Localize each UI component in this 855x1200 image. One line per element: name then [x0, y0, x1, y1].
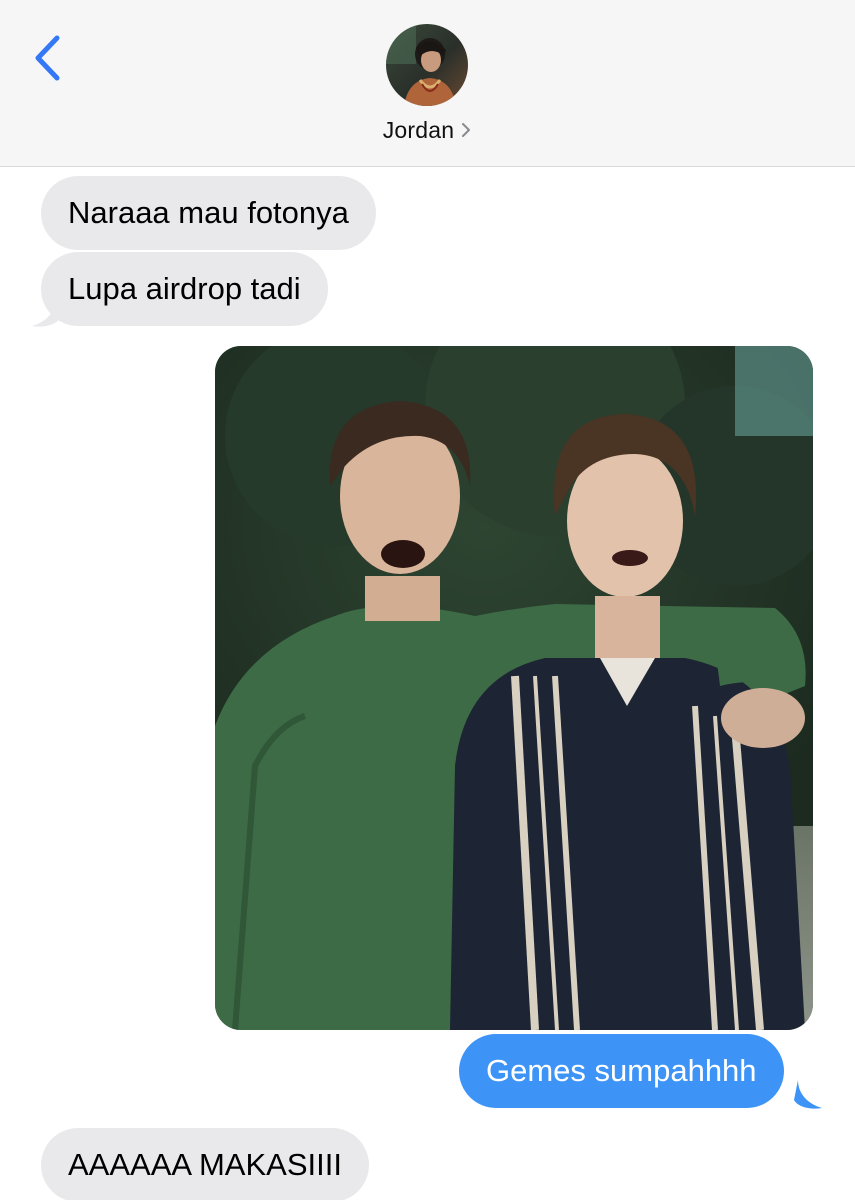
chevron-right-icon [462, 123, 471, 137]
messages-screen: Jordan Naraaa mau fotonya Lupa airdrop t… [0, 0, 855, 1200]
photo-attachment[interactable] [215, 346, 813, 1030]
contact-name: Jordan [382, 116, 455, 143]
incoming-message-bubble[interactable]: AAAAAA MAKASIIII [41, 1128, 369, 1200]
outgoing-bubble-tail [794, 1080, 822, 1109]
contact-details-button[interactable]: Jordan [0, 114, 855, 146]
contact-avatar[interactable] [386, 24, 468, 106]
message-text: Gemes sumpahhhh [486, 1053, 757, 1088]
back-button[interactable] [28, 30, 68, 86]
incoming-message-bubble[interactable]: Lupa airdrop tadi [41, 252, 328, 326]
conversation-header: Jordan [0, 0, 855, 167]
message-text: Lupa airdrop tadi [68, 271, 301, 306]
chevron-left-icon [35, 35, 60, 81]
incoming-message-bubble[interactable]: Naraaa mau fotonya [41, 176, 376, 250]
message-text: Naraaa mau fotonya [68, 195, 349, 230]
avatar-photo [386, 24, 468, 106]
outgoing-message-bubble[interactable]: Gemes sumpahhhh [459, 1034, 784, 1108]
message-text: AAAAAA MAKASIIII [68, 1147, 342, 1182]
incoming-bubble-tail [32, 298, 60, 327]
attached-photo [215, 346, 813, 1030]
